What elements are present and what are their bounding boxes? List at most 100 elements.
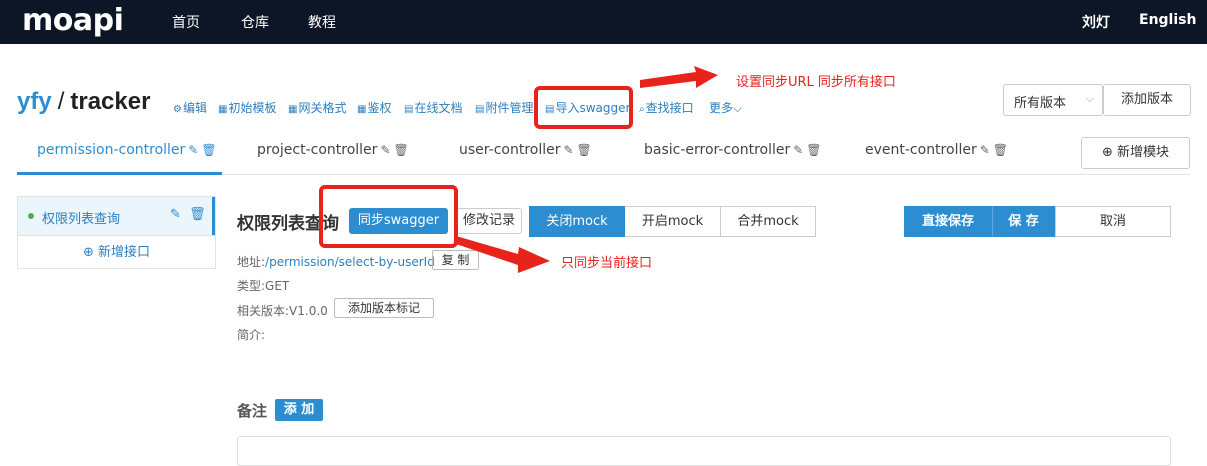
address-label: 地址:: [237, 255, 266, 269]
add-api-label: 新增接口: [98, 245, 151, 260]
plus-circle-icon: ⊕: [1101, 145, 1113, 160]
mock-button-group: 关闭mock 开启mock 合并mock: [529, 206, 816, 237]
tool-auth-label: 鉴权: [367, 101, 392, 115]
tool-find-api[interactable]: ⌕查找接口: [639, 99, 694, 116]
notes-label: 备注: [237, 402, 268, 420]
address-value[interactable]: /permission/select-by-userId: [265, 255, 435, 269]
document-icon: ▤: [404, 104, 414, 115]
chevron-down-icon: ⌵: [733, 101, 743, 115]
tool-online-docs[interactable]: ▤在线文档: [404, 99, 462, 116]
sidebar-item-permission-list[interactable]: 权限列表查询 ✎ 🗑: [18, 197, 215, 235]
tab-label: event-controller: [865, 142, 977, 158]
trash-icon[interactable]: 🗑: [993, 143, 1008, 157]
status-dot: [28, 213, 34, 219]
api-sidebar: 权限列表查询 ✎ 🗑 ⊕ 新增接口: [17, 196, 216, 269]
version-value: V1.0.0: [289, 304, 328, 318]
chevron-down-icon: ⌵: [1085, 92, 1094, 105]
add-note-button[interactable]: 添 加: [275, 399, 323, 421]
tool-attachments-label: 附件管理: [485, 101, 534, 115]
project-name[interactable]: tracker: [70, 88, 150, 115]
language-switch[interactable]: English: [1139, 12, 1196, 28]
trash-icon[interactable]: 🗑: [189, 207, 206, 222]
api-type: 类型:GET: [237, 277, 289, 294]
add-version-mark-button[interactable]: 添加版本标记: [334, 298, 434, 318]
top-navbar: moapi 首页 仓库 教程 刘灯 English: [0, 0, 1207, 44]
active-tab-indicator: [17, 172, 222, 175]
edit-icon[interactable]: ✎: [980, 143, 990, 157]
tool-gateway-format-label: 网关格式: [298, 101, 347, 115]
document-icon: ▤: [475, 104, 485, 115]
tool-more-label: 更多: [709, 101, 734, 115]
nav-repository[interactable]: 仓库: [241, 12, 269, 32]
tab-basic-error-controller[interactable]: basic-error-controller ✎ 🗑: [644, 142, 822, 158]
plus-circle-icon: ⊕: [82, 245, 94, 260]
title-separator: /: [57, 88, 65, 115]
trash-icon[interactable]: 🗑: [201, 143, 216, 157]
tool-edit-label: 编辑: [182, 101, 207, 115]
tool-initial-template-label: 初始模板: [228, 101, 277, 115]
version-label: 相关版本:: [237, 304, 290, 318]
disable-mock-button[interactable]: 关闭mock: [529, 206, 625, 237]
api-version: 相关版本:V1.0.0: [237, 302, 328, 319]
project-owner-link[interactable]: yfy: [17, 88, 52, 115]
tool-online-docs-label: 在线文档: [414, 101, 463, 115]
tool-edit[interactable]: ⚙编辑: [173, 99, 207, 116]
tool-initial-template[interactable]: ▦初始模板: [218, 99, 276, 116]
highlight-sync-swagger: [319, 185, 458, 248]
add-api-button[interactable]: ⊕ 新增接口: [18, 235, 215, 269]
type-label: 类型:: [237, 279, 266, 293]
trash-icon[interactable]: 🗑: [577, 143, 592, 157]
grid-icon: ▦: [218, 104, 228, 115]
nav-tutorial[interactable]: 教程: [308, 12, 336, 32]
grid-icon: ▦: [288, 104, 298, 115]
api-intro: 简介:: [237, 326, 265, 343]
tool-auth[interactable]: ▦鉴权: [357, 99, 391, 116]
grid-icon: ▦: [357, 104, 367, 115]
add-module-label: 新增模块: [1117, 145, 1170, 160]
highlight-import-swagger: [534, 86, 633, 129]
add-module-button[interactable]: ⊕ 新增模块: [1081, 137, 1190, 169]
version-select[interactable]: 所有版本 ⌵: [1003, 84, 1103, 116]
sidebar-item-label: 权限列表查询: [42, 212, 121, 227]
tab-label: project-controller: [257, 142, 378, 158]
intro-label: 简介:: [237, 328, 266, 342]
app-logo[interactable]: moapi: [22, 3, 124, 38]
edit-icon[interactable]: ✎: [170, 207, 181, 222]
merge-mock-button[interactable]: 合并mock: [721, 206, 816, 237]
nav-home[interactable]: 首页: [172, 12, 200, 32]
add-version-button[interactable]: 添加版本: [1103, 84, 1191, 116]
tool-more[interactable]: 更多⌵: [709, 99, 742, 116]
history-button[interactable]: 修改记录: [456, 208, 522, 234]
type-value: GET: [265, 279, 290, 293]
tab-permission-controller[interactable]: permission-controller ✎ 🗑: [37, 142, 217, 158]
annotation-text-top: 设置同步URL 同步所有接口: [736, 75, 896, 90]
tab-label: basic-error-controller: [644, 142, 791, 158]
tool-attachments[interactable]: ▤附件管理: [475, 99, 533, 116]
enable-mock-button[interactable]: 开启mock: [625, 206, 721, 237]
trash-icon[interactable]: 🗑: [806, 143, 821, 157]
tab-event-controller[interactable]: event-controller ✎ 🗑: [865, 142, 1008, 158]
notes-box[interactable]: [237, 436, 1171, 466]
tool-gateway-format[interactable]: ▦网关格式: [288, 99, 346, 116]
search-icon: ⌕: [639, 104, 645, 115]
annotation-text-bottom: 只同步当前接口: [561, 256, 653, 271]
tab-user-controller[interactable]: user-controller ✎ 🗑: [459, 142, 592, 158]
user-menu[interactable]: 刘灯: [1082, 12, 1110, 32]
edit-icon[interactable]: ✎: [380, 143, 390, 157]
cancel-button[interactable]: 取消: [1055, 206, 1171, 237]
edit-icon[interactable]: ✎: [563, 143, 573, 157]
save-button-group: 直接保存 保 存 取消: [904, 206, 1171, 237]
edit-icon[interactable]: ✎: [793, 143, 803, 157]
api-address: 地址:/permission/select-by-userId: [237, 253, 435, 270]
annotation-arrow-top: [640, 66, 718, 88]
trash-icon[interactable]: 🗑: [394, 143, 409, 157]
tab-project-controller[interactable]: project-controller ✎ 🗑: [257, 142, 409, 158]
project-title: yfy / tracker: [17, 88, 150, 116]
version-select-value: 所有版本: [1014, 96, 1067, 111]
gear-icon: ⚙: [173, 104, 182, 115]
direct-save-button[interactable]: 直接保存: [904, 206, 992, 237]
edit-icon[interactable]: ✎: [188, 143, 198, 157]
tab-label: permission-controller: [37, 142, 186, 158]
tool-find-api-label: 查找接口: [645, 101, 694, 115]
save-button[interactable]: 保 存: [992, 206, 1055, 237]
